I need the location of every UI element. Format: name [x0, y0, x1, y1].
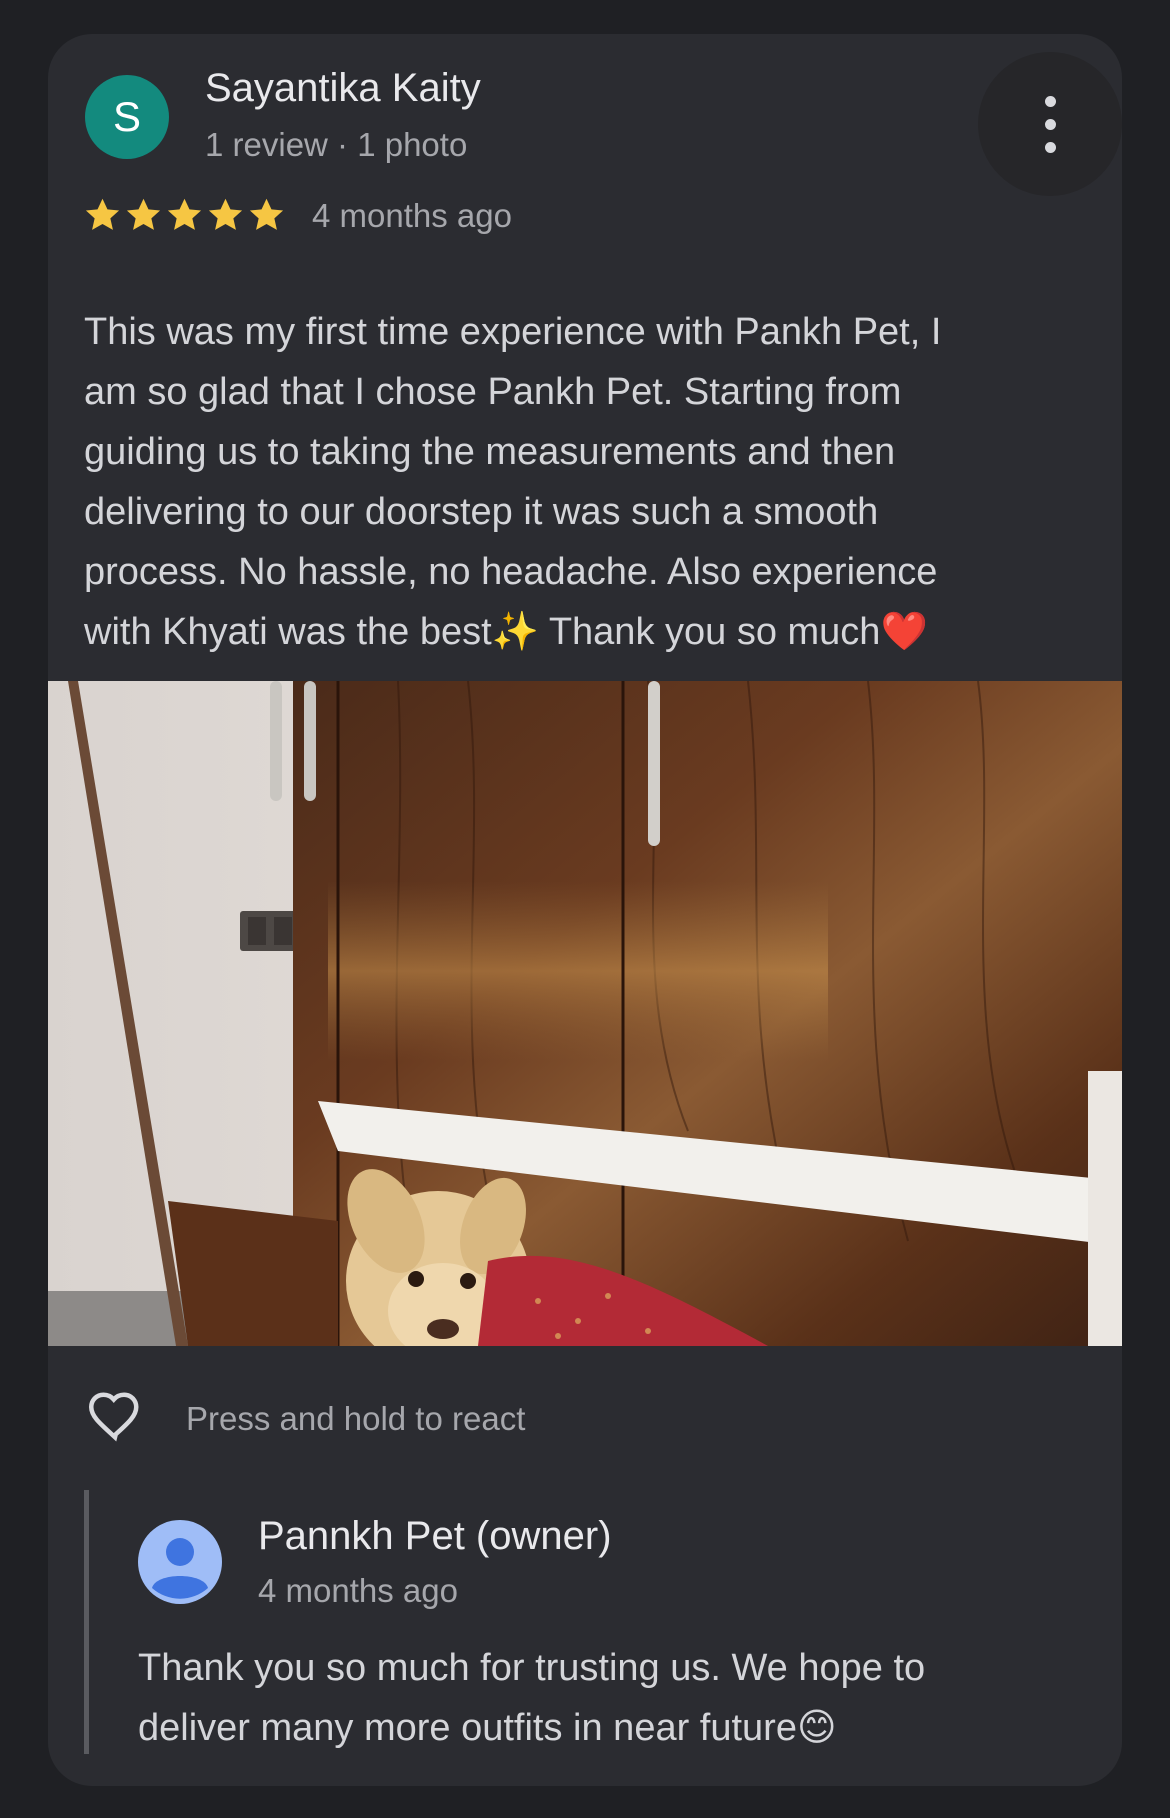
owner-reply-date: 4 months ago: [258, 1572, 458, 1609]
heart-icon: [88, 1392, 139, 1442]
reviewer-avatar[interactable]: S: [85, 75, 169, 159]
star-icon: [208, 198, 243, 230]
more-vert-icon: [1045, 96, 1056, 107]
react-label: Press and hold to react: [186, 1400, 526, 1437]
star-icon: [167, 198, 202, 230]
star-rating: [82, 192, 287, 238]
owner-reply-divider: [84, 1490, 89, 1754]
owner-reply-text: Thank you so much for trusting us. We ho…: [138, 1647, 926, 1749]
star-icon: [85, 198, 120, 230]
review-photo-image: [48, 681, 1122, 1346]
more-options-button[interactable]: [978, 52, 1122, 196]
owner-name: Pannkh Pet (owner): [258, 1514, 612, 1558]
star-icon: [249, 198, 284, 230]
review-text: This was my first time experience with P…: [84, 311, 942, 653]
reviewer-name[interactable]: Sayantika Kaity: [205, 66, 481, 111]
reviewer-avatar-letter: S: [112, 93, 141, 140]
review-photo[interactable]: [48, 681, 1122, 1346]
owner-avatar[interactable]: [138, 1520, 222, 1604]
star-icon: [126, 198, 161, 230]
more-vert-icon-dot: [1045, 119, 1056, 130]
review-card: S Sayantika Kaity 1 review · 1 photo 4 m…: [48, 34, 1122, 1786]
more-vert-icon-dot: [1045, 142, 1056, 153]
reviewer-meta: 1 review · 1 photo: [205, 126, 468, 163]
review-date: 4 months ago: [312, 197, 512, 234]
